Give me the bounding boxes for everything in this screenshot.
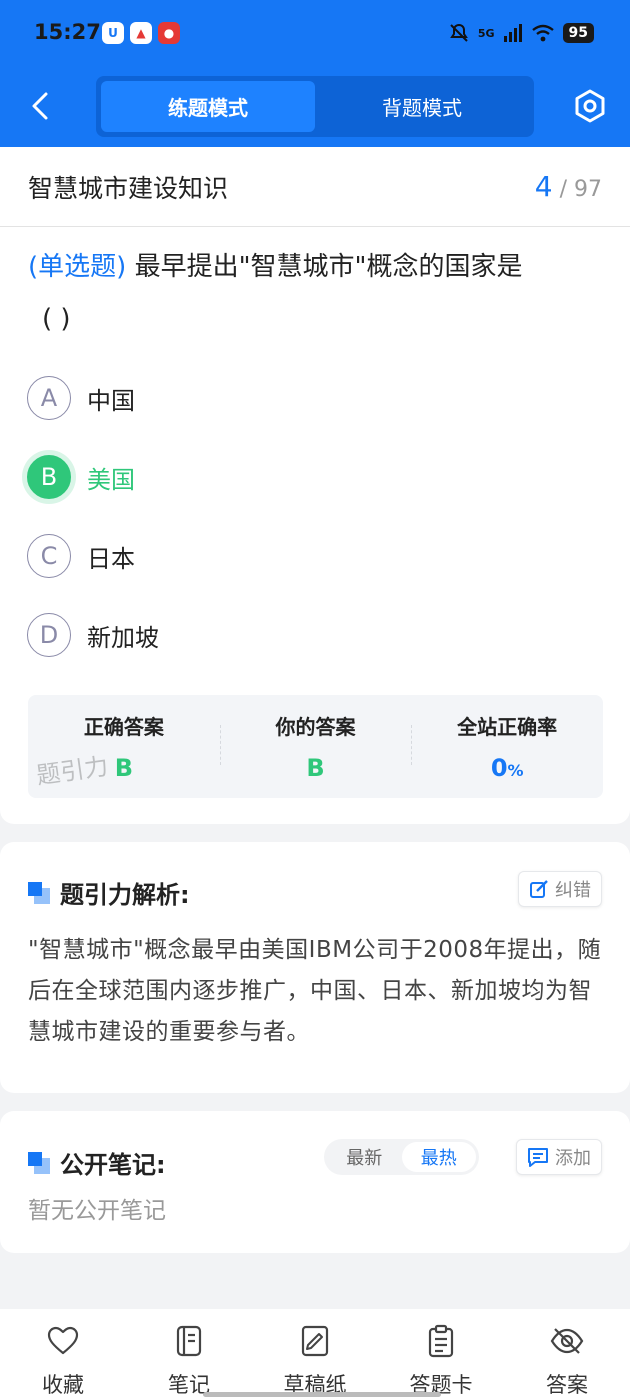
option-letter: D: [27, 613, 71, 657]
heart-icon: [47, 1326, 79, 1355]
answer-card-icon: [428, 1324, 454, 1358]
tab-label: 收藏: [42, 1373, 84, 1397]
notification-icons: U ▲ ●: [102, 22, 180, 44]
tab-answer[interactable]: 答案: [504, 1309, 630, 1400]
analysis-header: 题引力解析:: [28, 875, 190, 910]
analysis-title: 题引力解析:: [60, 881, 190, 909]
add-note-label: 添加: [555, 1148, 591, 1169]
status-bar: 15:27 U ▲ ● 5G 95: [0, 0, 630, 70]
status-right: 5G 95: [448, 22, 594, 44]
option-text: 日本: [87, 544, 135, 573]
add-note-button[interactable]: 添加: [516, 1139, 602, 1175]
draft-paper-icon: [301, 1325, 329, 1357]
notes-sort-toggle: 最新 最热: [324, 1139, 479, 1175]
watermark: 题引力: [34, 752, 110, 790]
question-card: 智慧城市建设知识 4 / 97 (单选题) 最早提出"智慧城市"概念的国家是 (…: [0, 147, 630, 824]
correct-answer-label: 正确答案: [83, 715, 164, 739]
option-a[interactable]: A 中国: [27, 375, 135, 421]
progress-current: 4: [534, 170, 553, 203]
option-letter: B: [27, 455, 71, 499]
battery-level: 95: [562, 23, 594, 43]
top-bar: 15:27 U ▲ ● 5G 95 练题模式 背题模式: [0, 0, 630, 147]
option-d[interactable]: D 新加坡: [27, 612, 159, 658]
network-type: 5G: [477, 26, 495, 40]
option-letter: C: [27, 534, 71, 578]
option-text: 中国: [87, 386, 135, 415]
correct-answer: 正确答案 B 题引力: [28, 695, 220, 798]
notes-card: 公开笔记: 最新 最热 添加 暂无公开笔记: [0, 1111, 630, 1253]
question-type: (单选题): [28, 252, 127, 282]
mode-switch: 练题模式 背题模式: [96, 76, 534, 137]
site-accuracy-value: 0%: [491, 754, 524, 782]
analysis-text: "智慧城市"概念最早由美国IBM公司于2008年提出，随后在全球范围内逐步推广，…: [28, 937, 602, 1045]
status-time: 15:27: [34, 20, 101, 44]
notes-title: 公开笔记:: [60, 1151, 166, 1179]
question-text: (单选题) 最早提出"智慧城市"概念的国家是 ( ): [28, 241, 608, 345]
progress-total: 97: [574, 177, 602, 202]
comment-icon: [528, 1148, 548, 1167]
correct-answer-value: B: [114, 754, 133, 782]
progress-separator: /: [559, 177, 567, 202]
tab-label: 答案: [546, 1373, 588, 1397]
option-b[interactable]: B 美国: [27, 454, 135, 500]
accuracy-unit: %: [507, 761, 524, 780]
app-shield-icon: U: [102, 22, 124, 44]
question-blank: ( ): [42, 304, 71, 334]
notebook-icon: [176, 1325, 202, 1357]
signal-icon: [503, 24, 522, 42]
your-answer: 你的答案 B: [219, 695, 412, 798]
option-text: 美国: [87, 465, 135, 494]
your-answer-value: B: [306, 754, 325, 782]
sort-hottest[interactable]: 最热: [401, 1142, 476, 1172]
option-text: 新加坡: [87, 623, 159, 652]
site-accuracy: 全站正确率 0%: [411, 695, 603, 798]
answer-summary: 正确答案 B 题引力 你的答案 B 全站正确率 0%: [28, 695, 603, 798]
bottom-toolbar: 收藏 笔记 草稿纸 答题卡 答案: [0, 1309, 630, 1400]
back-chevron-icon[interactable]: [24, 88, 60, 124]
analysis-card: 题引力解析: 纠错 "智慧城市"概念最早由美国IBM公司于2008年提出，随后在…: [0, 842, 630, 1093]
option-c[interactable]: C 日本: [27, 533, 135, 579]
sort-latest[interactable]: 最新: [327, 1142, 402, 1172]
tab-favorite[interactable]: 收藏: [0, 1309, 126, 1400]
tab-memorize-mode[interactable]: 背题模式: [315, 81, 529, 132]
report-error-button[interactable]: 纠错: [518, 871, 602, 907]
home-indicator[interactable]: [203, 1392, 441, 1397]
section-mark-icon: [28, 881, 50, 904]
bell-muted-icon: [449, 23, 468, 42]
eye-slash-icon: [550, 1328, 584, 1354]
your-answer-label: 你的答案: [275, 715, 356, 739]
app-red-icon: ●: [158, 22, 180, 44]
tab-practice-mode[interactable]: 练题模式: [101, 81, 315, 132]
report-error-label: 纠错: [555, 880, 591, 901]
accuracy-number: 0: [490, 754, 508, 782]
option-letter: A: [27, 376, 71, 420]
app-warning-icon: ▲: [130, 22, 152, 44]
subject-bar: 智慧城市建设知识 4 / 97: [0, 147, 630, 227]
wifi-icon: [531, 24, 554, 42]
tab-draft[interactable]: 草稿纸: [252, 1309, 378, 1400]
question-stem: 最早提出"智慧城市"概念的国家是: [134, 252, 523, 282]
notes-header: 公开笔记:: [28, 1145, 166, 1180]
empty-notes-text: 暂无公开笔记: [28, 1198, 166, 1224]
settings-icon[interactable]: [572, 88, 608, 124]
tab-answer-card[interactable]: 答题卡: [378, 1309, 504, 1400]
subject-title: 智慧城市建设知识: [28, 173, 229, 203]
edit-icon: [530, 880, 548, 898]
tab-notes[interactable]: 笔记: [126, 1309, 252, 1400]
question-progress: 4 / 97: [535, 170, 602, 203]
site-accuracy-label: 全站正确率: [457, 715, 558, 739]
section-mark-icon: [28, 1151, 50, 1174]
